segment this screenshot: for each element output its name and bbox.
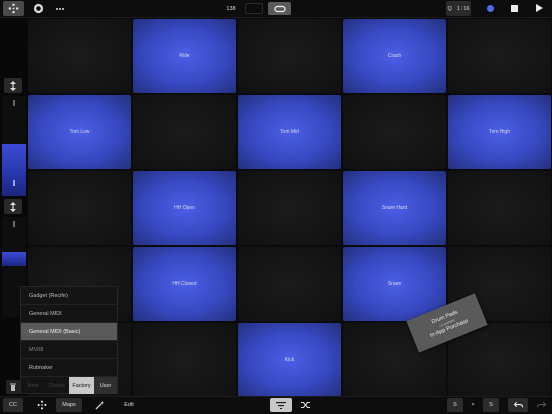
pad-label: Snare (387, 281, 402, 287)
drum-pad[interactable] (133, 95, 236, 169)
pad-label: Tom Mid (280, 129, 299, 135)
pitch-bend-fill (2, 144, 26, 196)
trash-icon (10, 383, 16, 391)
swing-right-button[interactable]: S (483, 398, 499, 412)
drum-pad[interactable] (238, 247, 341, 321)
drum-pad[interactable] (28, 171, 131, 245)
drum-pad[interactable] (238, 19, 341, 93)
modulation-toggle[interactable] (4, 199, 22, 214)
drum-pad[interactable]: Snare (343, 247, 446, 321)
top-toolbar: 138 Q 1 / 16 (0, 0, 552, 18)
edit-button[interactable]: Edit (118, 398, 140, 412)
shuffle-button[interactable] (296, 398, 316, 412)
instrument-button[interactable] (30, 1, 46, 16)
pad-label: Crash (387, 53, 402, 59)
strip-tick (13, 100, 15, 106)
more-button[interactable] (53, 1, 67, 16)
drum-pad[interactable] (238, 171, 341, 245)
drum-pad[interactable] (448, 171, 551, 245)
drum-pad[interactable] (448, 19, 551, 93)
map-tabs: New Delete Factory User (21, 376, 117, 394)
strip-tick (13, 221, 15, 227)
strip-tick (13, 180, 15, 186)
modulation-fill (2, 252, 26, 266)
pad-label: Tom High (488, 129, 511, 135)
map-item[interactable]: MV08 (21, 341, 117, 359)
loop-icon (273, 5, 286, 12)
quantize-denominator: 16 (463, 5, 470, 12)
pads-layout-button[interactable] (3, 1, 24, 16)
play-button[interactable] (536, 4, 543, 12)
drum-pad[interactable] (343, 95, 446, 169)
quantize-label: Q (447, 5, 452, 12)
drum-pad[interactable]: HH Closed (133, 247, 236, 321)
quantize-slash: / (460, 5, 463, 12)
filter-icon (276, 401, 286, 409)
drum-pad[interactable] (28, 19, 131, 93)
arrows-updown-icon (10, 201, 16, 212)
quantize-button[interactable]: Q 1 / 16 (446, 1, 471, 16)
tab-user[interactable]: User (94, 377, 117, 394)
drum-pad[interactable]: Tom High (448, 95, 551, 169)
quantize-numerator: 1 (456, 5, 460, 12)
pad-label: HH Closed (172, 281, 197, 287)
shuffle-icon (301, 401, 310, 409)
pad-label: Tom Low (69, 129, 90, 135)
map-menu: Gadget (Recife) General MIDI General MID… (20, 286, 118, 394)
delete-map-button[interactable]: Delete (45, 377, 69, 394)
arrows-updown-icon (10, 80, 16, 91)
close-swing-button[interactable]: × (466, 398, 480, 412)
drum-pad[interactable] (133, 323, 236, 397)
pitch-bend-toggle[interactable] (4, 78, 22, 93)
filter-button[interactable] (270, 398, 292, 412)
map-item[interactable]: Rutmaker (21, 359, 117, 377)
magic-wand-button[interactable] (90, 398, 108, 412)
undo-icon (513, 401, 523, 408)
metronome-button[interactable] (245, 3, 263, 14)
loop-button[interactable] (268, 2, 291, 15)
pad-settings-button[interactable] (33, 398, 51, 412)
map-item-selected[interactable]: General MIDI (Basic) (21, 323, 117, 341)
stop-button[interactable] (511, 5, 518, 12)
pad-label: HH Open (174, 205, 195, 211)
grid-icon (37, 400, 47, 410)
map-item[interactable]: Gadget (Recife) (21, 287, 117, 305)
new-map-button[interactable]: New (21, 377, 45, 394)
drum-pad[interactable]: Tom Low (28, 95, 131, 169)
drum-pad[interactable]: Ride (133, 19, 236, 93)
drum-pad[interactable]: HH Open (133, 171, 236, 245)
redo-icon (536, 401, 546, 408)
tab-factory[interactable]: Factory (69, 377, 94, 394)
pad-label: Snare Hard (381, 205, 408, 211)
map-item[interactable]: General MIDI (21, 305, 117, 323)
pad-label: Ride (179, 53, 190, 59)
undo-button[interactable] (508, 398, 528, 412)
trash-button[interactable] (6, 380, 20, 394)
drum-pad[interactable]: Crash (343, 19, 446, 93)
drum-pad[interactable]: Kick (238, 323, 341, 397)
wand-icon (94, 400, 104, 410)
drum-pad[interactable]: Snare Hard (343, 171, 446, 245)
record-button[interactable] (487, 5, 494, 12)
drum-pad[interactable]: Tom Mid (238, 95, 341, 169)
ellipsis-icon (56, 7, 64, 10)
drum-icon (33, 3, 43, 14)
redo-button[interactable] (532, 398, 550, 412)
swing-left-button[interactable]: S (447, 398, 463, 412)
grid-icon (8, 3, 19, 14)
maps-button[interactable]: Maps (56, 398, 82, 412)
cc-button[interactable]: CC (3, 398, 23, 412)
pad-label: Kick (284, 357, 295, 363)
tempo-display[interactable]: 138 (222, 1, 240, 16)
pitch-bend-strip[interactable] (2, 96, 26, 196)
